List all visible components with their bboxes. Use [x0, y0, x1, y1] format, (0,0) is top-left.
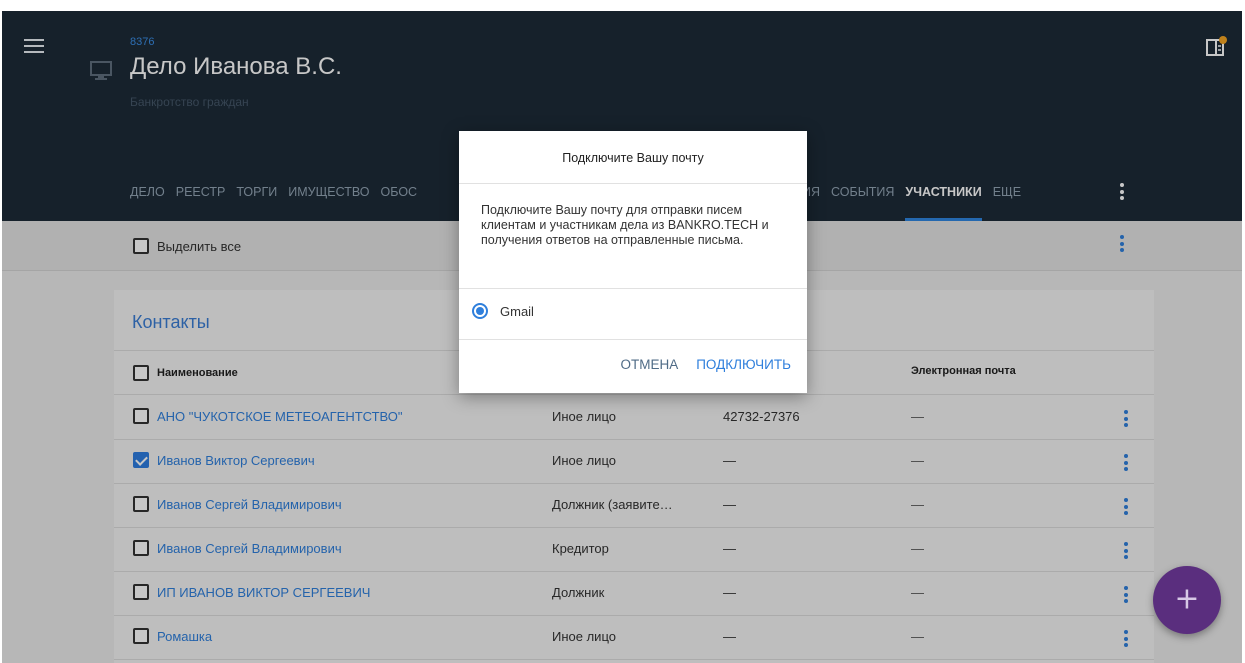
- radio-selected-icon[interactable]: [472, 303, 488, 319]
- app-window: 8376 Дело Иванова В.С. Банкротство гражд…: [2, 11, 1242, 663]
- gmail-option-label: Gmail: [500, 303, 534, 319]
- divider: [459, 288, 807, 289]
- cancel-button[interactable]: ОТМЕНА: [620, 357, 678, 372]
- divider: [459, 339, 807, 340]
- connect-email-dialog: Подключите Вашу почту Подключите Вашу по…: [459, 131, 807, 393]
- plus-icon: +: [1174, 581, 1200, 617]
- dialog-actions: ОТМЕНА ПОДКЛЮЧИТЬ: [602, 357, 791, 372]
- add-contact-fab-button[interactable]: +: [1153, 566, 1221, 634]
- dialog-message: Подключите Вашу почту для отправки писем…: [481, 203, 769, 247]
- gmail-radio-option[interactable]: Gmail: [472, 303, 534, 319]
- connect-button[interactable]: ПОДКЛЮЧИТЬ: [696, 357, 791, 372]
- dialog-title: Подключите Вашу почту: [562, 151, 704, 165]
- divider: [459, 183, 807, 184]
